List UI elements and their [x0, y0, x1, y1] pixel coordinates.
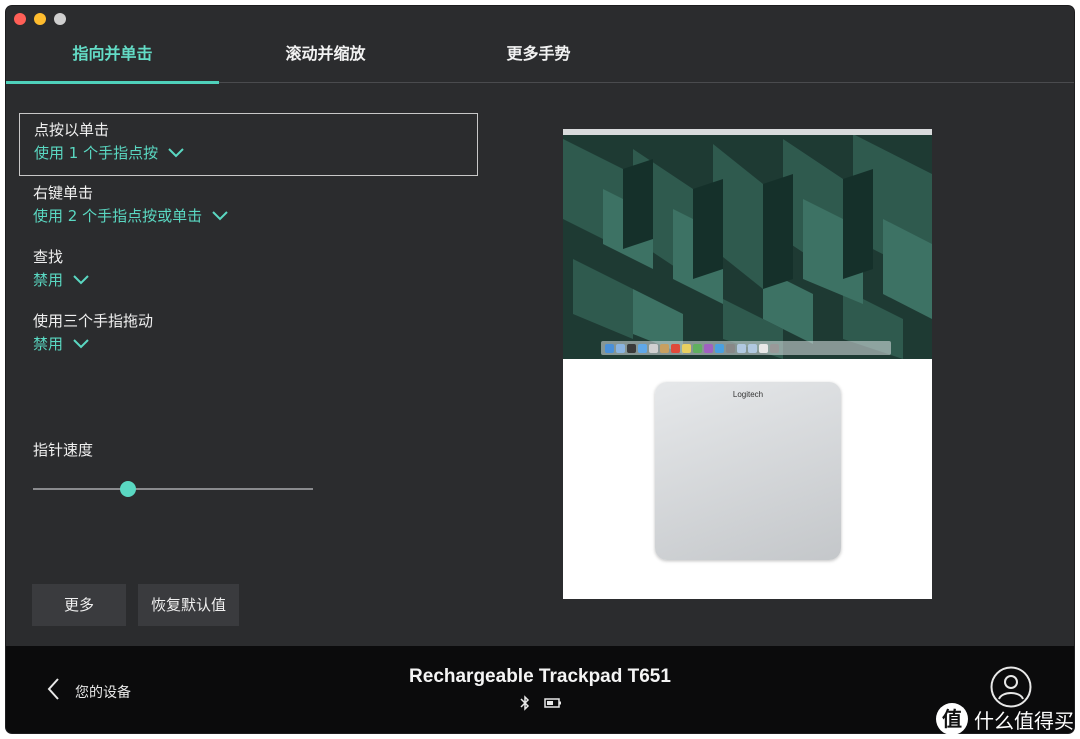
- setting-dropdown[interactable]: 禁用: [33, 333, 89, 355]
- setting-right-click[interactable]: 右键单击 使用 2 个手指点按或单击: [19, 177, 478, 240]
- mission-control-icon: [627, 343, 636, 353]
- watermark: 值 什么值得买: [936, 703, 1074, 735]
- minimize-window-button[interactable]: [34, 13, 46, 25]
- folder-icon: [748, 343, 757, 353]
- document-icon: [759, 343, 768, 353]
- battery-icon: [544, 698, 561, 708]
- tab-point-and-click[interactable]: 指向并单击: [6, 32, 219, 84]
- window-controls: [14, 13, 66, 25]
- tab-bar: 指向并单击 滚动并缩放 更多手势: [6, 32, 1074, 84]
- setting-tap-to-click[interactable]: 点按以单击 使用 1 个手指点按: [19, 113, 478, 176]
- more-button[interactable]: 更多: [32, 584, 126, 626]
- setting-label: 右键单击: [33, 184, 94, 202]
- bluetooth-icon: [520, 695, 530, 711]
- preferences-icon: [726, 343, 735, 353]
- slider-track: [33, 488, 313, 490]
- app-window: 指向并单击 滚动并缩放 更多手势 点按以单击 使用 1 个手指点按 右键单击 使…: [6, 6, 1074, 733]
- device-name: Rechargeable Trackpad T651: [409, 666, 671, 687]
- trackpad-image: Logitech: [655, 382, 841, 560]
- setting-dropdown[interactable]: 禁用: [33, 269, 89, 291]
- tab-scroll-and-zoom[interactable]: 滚动并缩放: [219, 32, 432, 83]
- logitech-logo: Logitech: [732, 390, 764, 399]
- app-store-icon: [715, 343, 724, 353]
- setting-dropdown[interactable]: 使用 2 个手指点按或单击: [33, 205, 228, 227]
- restore-defaults-button[interactable]: 恢复默认值: [138, 584, 239, 626]
- setting-dropdown[interactable]: 使用 1 个手指点按: [34, 142, 184, 164]
- watermark-badge: 值: [936, 703, 968, 735]
- notes-icon: [682, 343, 691, 353]
- safari-icon: [638, 343, 647, 353]
- setting-label: 查找: [33, 248, 64, 266]
- footer-bar: 您的设备 Rechargeable Trackpad T651: [6, 646, 1074, 733]
- pointer-speed-label: 指针速度: [33, 441, 94, 459]
- desktop-screenshot: [563, 129, 932, 359]
- calendar-icon: [671, 343, 680, 353]
- mail-icon: [649, 343, 658, 353]
- setting-value: 使用 2 个手指点按或单击: [33, 207, 203, 225]
- maximize-window-button[interactable]: [54, 13, 66, 25]
- menu-bar: [563, 129, 932, 135]
- setting-value: 使用 1 个手指点按: [34, 144, 159, 162]
- gesture-preview: Logitech: [563, 129, 932, 599]
- setting-value: 禁用: [33, 271, 64, 289]
- chevron-down-icon: [73, 339, 89, 349]
- trash-icon: [770, 343, 779, 353]
- watermark-text: 什么值得买: [974, 708, 1074, 733]
- tab-more-gestures[interactable]: 更多手势: [432, 32, 645, 83]
- chevron-down-icon: [212, 211, 228, 221]
- setting-label: 点按以单击: [34, 121, 110, 139]
- contacts-icon: [660, 343, 669, 353]
- pointer-speed-slider[interactable]: [33, 481, 313, 497]
- close-window-button[interactable]: [14, 13, 26, 25]
- dashboard-icon: [616, 343, 625, 353]
- setting-three-finger-drag[interactable]: 使用三个手指拖动 禁用: [19, 305, 478, 368]
- setting-label: 使用三个手指拖动: [33, 312, 154, 330]
- chevron-down-icon: [73, 275, 89, 285]
- user-profile-icon[interactable]: [990, 666, 1032, 708]
- itunes-icon: [704, 343, 713, 353]
- device-status-icons: [520, 695, 562, 711]
- desktop-wallpaper: [563, 129, 932, 359]
- dock: [601, 341, 891, 355]
- setting-lookup[interactable]: 查找 禁用: [19, 241, 478, 304]
- setting-value: 禁用: [33, 335, 64, 353]
- finder-icon: [605, 343, 614, 353]
- facetime-icon: [693, 343, 702, 353]
- slider-thumb[interactable]: [120, 481, 137, 497]
- chevron-down-icon: [168, 148, 184, 158]
- folder-icon: [737, 343, 746, 353]
